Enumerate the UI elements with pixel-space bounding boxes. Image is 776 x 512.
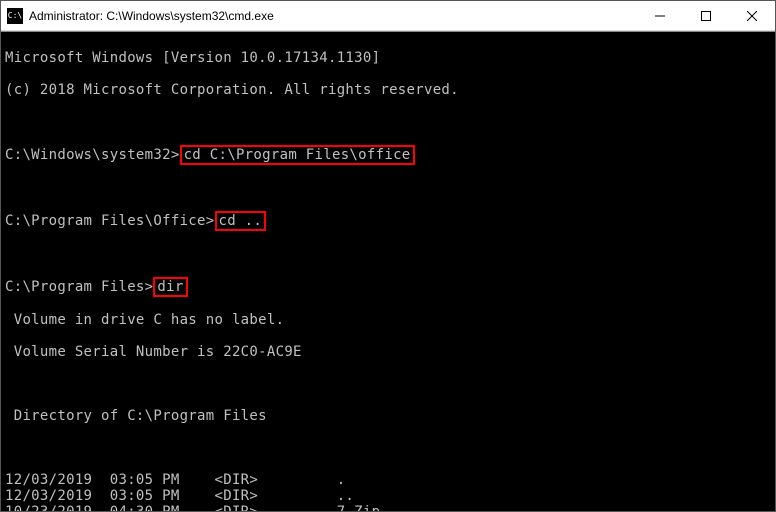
- blank-line: [5, 246, 771, 262]
- minimize-icon: [655, 11, 665, 21]
- maximize-button[interactable]: [683, 1, 729, 31]
- prompt-line-3: C:\Program Files>dir: [5, 278, 771, 296]
- prompt-line-1: C:\Windows\system32>cd C:\Program Files\…: [5, 146, 771, 164]
- prompt-2: C:\Program Files\Office>: [5, 213, 215, 229]
- volume-line-1: Volume in drive C has no label.: [5, 312, 771, 328]
- window-controls: [637, 1, 775, 31]
- maximize-icon: [701, 11, 711, 21]
- prompt-3: C:\Program Files>: [5, 279, 153, 295]
- blank-line: [5, 440, 771, 456]
- copyright-line: (c) 2018 Microsoft Corporation. All righ…: [5, 82, 771, 98]
- dir-entry: 10/23/2019 04:30 PM <DIR> 7-Zip: [5, 504, 771, 511]
- prompt-1: C:\Windows\system32>: [5, 147, 180, 163]
- highlighted-command-3: dir: [153, 277, 187, 297]
- close-button[interactable]: [729, 1, 775, 31]
- highlighted-command-2: cd ..: [215, 211, 267, 231]
- terminal-output[interactable]: Microsoft Windows [Version 10.0.17134.11…: [1, 31, 775, 511]
- titlebar[interactable]: C:\ Administrator: C:\Windows\system32\c…: [1, 1, 775, 31]
- directory-listing: 12/03/2019 03:05 PM <DIR> .12/03/2019 03…: [5, 472, 771, 511]
- minimize-button[interactable]: [637, 1, 683, 31]
- blank-line: [5, 376, 771, 392]
- blank-line: [5, 114, 771, 130]
- volume-line-2: Volume Serial Number is 22C0-AC9E: [5, 344, 771, 360]
- cmd-window: C:\ Administrator: C:\Windows\system32\c…: [0, 0, 776, 512]
- cmd-icon: C:\: [7, 8, 23, 24]
- directory-of-line: Directory of C:\Program Files: [5, 408, 771, 424]
- blank-line: [5, 180, 771, 196]
- version-line: Microsoft Windows [Version 10.0.17134.11…: [5, 50, 771, 66]
- highlighted-command-1: cd C:\Program Files\office: [180, 145, 415, 165]
- close-icon: [747, 11, 757, 21]
- dir-entry: 12/03/2019 03:05 PM <DIR> ..: [5, 488, 771, 504]
- dir-entry: 12/03/2019 03:05 PM <DIR> .: [5, 472, 771, 488]
- window-title: Administrator: C:\Windows\system32\cmd.e…: [29, 9, 637, 23]
- prompt-line-2: C:\Program Files\Office>cd ..: [5, 212, 771, 230]
